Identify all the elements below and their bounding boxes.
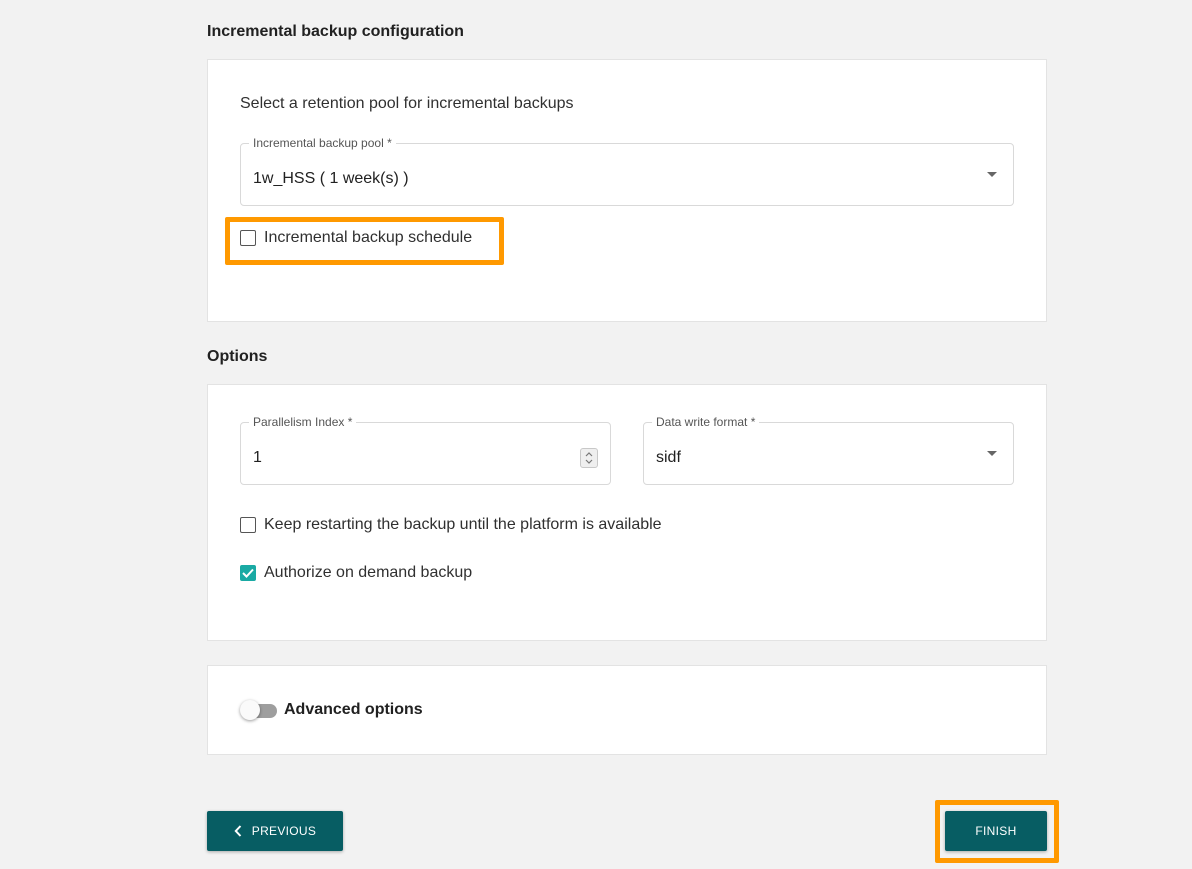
incremental-pool-label: Incremental backup pool * [249, 136, 396, 150]
chevron-left-icon [234, 825, 242, 837]
finish-button-label: FINISH [975, 824, 1017, 838]
number-stepper-icon[interactable] [580, 448, 598, 468]
authorize-on-demand-checkbox-row[interactable]: Authorize on demand backup [240, 564, 472, 582]
incremental-pool-select[interactable]: Incremental backup pool * 1w_HSS ( 1 wee… [240, 136, 1014, 206]
toggle-knob [240, 700, 260, 720]
parallelism-index-value: 1 [253, 449, 262, 466]
keep-restarting-checkbox-row[interactable]: Keep restarting the backup until the pla… [240, 516, 662, 534]
options-section-title: Options [207, 348, 268, 365]
data-write-format-label: Data write format * [652, 415, 760, 429]
authorize-on-demand-checkbox[interactable] [240, 565, 256, 581]
previous-button[interactable]: PREVIOUS [207, 811, 343, 851]
data-write-format-select[interactable]: Data write format * sidf [643, 415, 1014, 485]
parallelism-index-input[interactable]: Parallelism Index * 1 [240, 415, 611, 485]
options-card: Parallelism Index * 1 Data write format … [207, 384, 1047, 641]
caret-down-icon [987, 172, 997, 177]
checkmark-icon [242, 568, 254, 578]
data-write-format-value: sidf [656, 449, 681, 466]
incremental-schedule-checkbox[interactable] [240, 230, 256, 246]
backup-configuration-page: Incremental backup configuration Select … [0, 0, 1192, 869]
retention-pool-prompt: Select a retention pool for incremental … [240, 95, 574, 112]
advanced-options-card: Advanced options [207, 665, 1047, 755]
keep-restarting-checkbox[interactable] [240, 517, 256, 533]
advanced-options-label: Advanced options [284, 701, 423, 718]
caret-down-icon [987, 451, 997, 456]
authorize-on-demand-label: Authorize on demand backup [264, 564, 473, 581]
incremental-card: Select a retention pool for incremental … [207, 59, 1047, 322]
keep-restarting-label: Keep restarting the backup until the pla… [264, 516, 662, 533]
incremental-schedule-label: Incremental backup schedule [264, 229, 473, 246]
incremental-section-title: Incremental backup configuration [207, 23, 464, 40]
incremental-schedule-checkbox-row[interactable]: Incremental backup schedule [240, 229, 472, 247]
incremental-pool-value: 1w_HSS ( 1 week(s) ) [253, 170, 409, 187]
finish-button[interactable]: FINISH [945, 811, 1047, 851]
previous-button-label: PREVIOUS [251, 824, 317, 838]
advanced-options-toggle[interactable] [240, 700, 278, 720]
parallelism-index-label: Parallelism Index * [249, 415, 357, 429]
